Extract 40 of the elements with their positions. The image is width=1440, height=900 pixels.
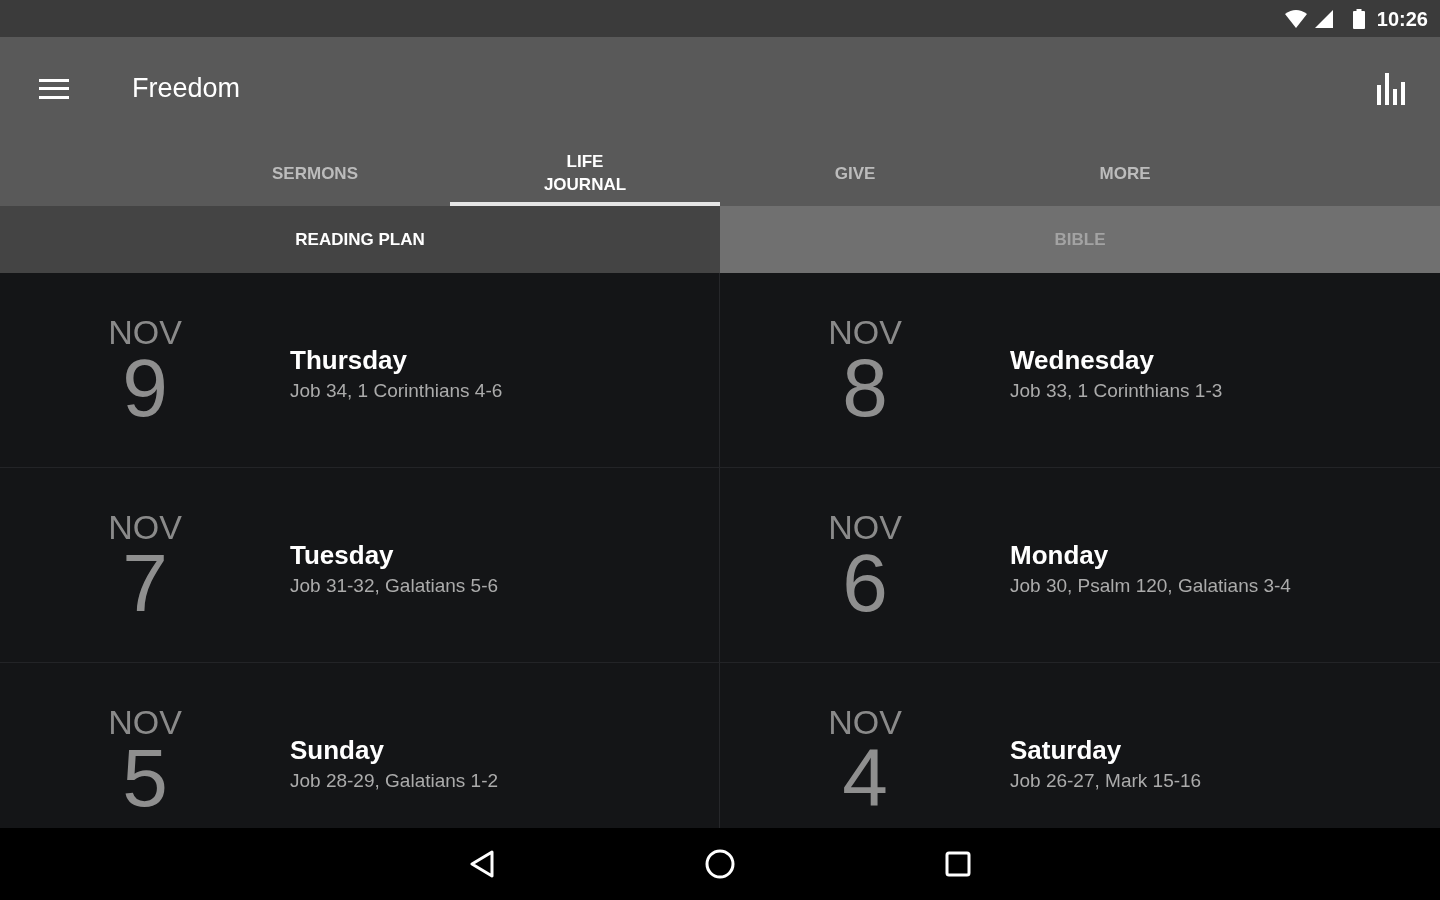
weekday-title: Thursday — [290, 345, 409, 375]
weekday-title: Saturday — [1010, 735, 1123, 765]
nav-tab[interactable]: SERMONS — [180, 140, 450, 206]
signal-icon — [1314, 9, 1333, 28]
reading-text: Job 33, 1 Corinthians 1-3 — [1010, 379, 1223, 403]
wifi-icon — [1284, 9, 1307, 28]
bar-chart-icon[interactable] — [1377, 72, 1407, 105]
month-label: NOV — [828, 314, 902, 350]
day-number: 5 — [122, 740, 168, 816]
day-number: 4 — [842, 740, 888, 816]
weekday-title: Wednesday — [1010, 345, 1155, 375]
day-number: 6 — [842, 545, 888, 621]
day-number: 9 — [122, 350, 168, 426]
status-time: 10:26 — [1376, 6, 1428, 32]
battery-icon — [1352, 8, 1365, 29]
reading-card[interactable]: NOV 9 Thursday Job 34, 1 Corinthians 4-6 — [0, 273, 720, 468]
app-title: Freedom — [132, 72, 241, 106]
reading-text: Job 34, 1 Corinthians 4-6 — [290, 379, 503, 403]
home-icon[interactable] — [705, 849, 735, 879]
reading-card[interactable]: NOV 7 Tuesday Job 31-32, Galatians 5-6 — [0, 468, 720, 663]
month-label: NOV — [108, 509, 182, 545]
reading-text: Job 30, Psalm 120, Galatians 3-4 — [1010, 574, 1291, 598]
menu-icon[interactable] — [39, 78, 69, 99]
weekday-title: Sunday — [290, 735, 385, 765]
day-number: 8 — [842, 350, 888, 426]
nav-tab[interactable]: GIVE — [720, 140, 990, 206]
month-label: NOV — [108, 314, 182, 350]
month-label: NOV — [828, 704, 902, 740]
day-number: 7 — [122, 545, 168, 621]
weekday-title: Monday — [1010, 540, 1110, 570]
nav-tab[interactable]: MORE — [990, 140, 1260, 206]
reading-text: Job 26-27, Mark 15-16 — [1010, 769, 1202, 793]
reading-text: Job 28-29, Galatians 1-2 — [290, 769, 499, 793]
back-icon[interactable] — [469, 850, 495, 878]
month-label: NOV — [108, 704, 182, 740]
reading-text: Job 31-32, Galatians 5-6 — [290, 574, 499, 598]
sub-tab[interactable]: READING PLAN — [0, 206, 720, 273]
month-label: NOV — [828, 509, 902, 545]
recents-icon[interactable] — [945, 851, 971, 877]
weekday-title: Tuesday — [290, 540, 395, 570]
